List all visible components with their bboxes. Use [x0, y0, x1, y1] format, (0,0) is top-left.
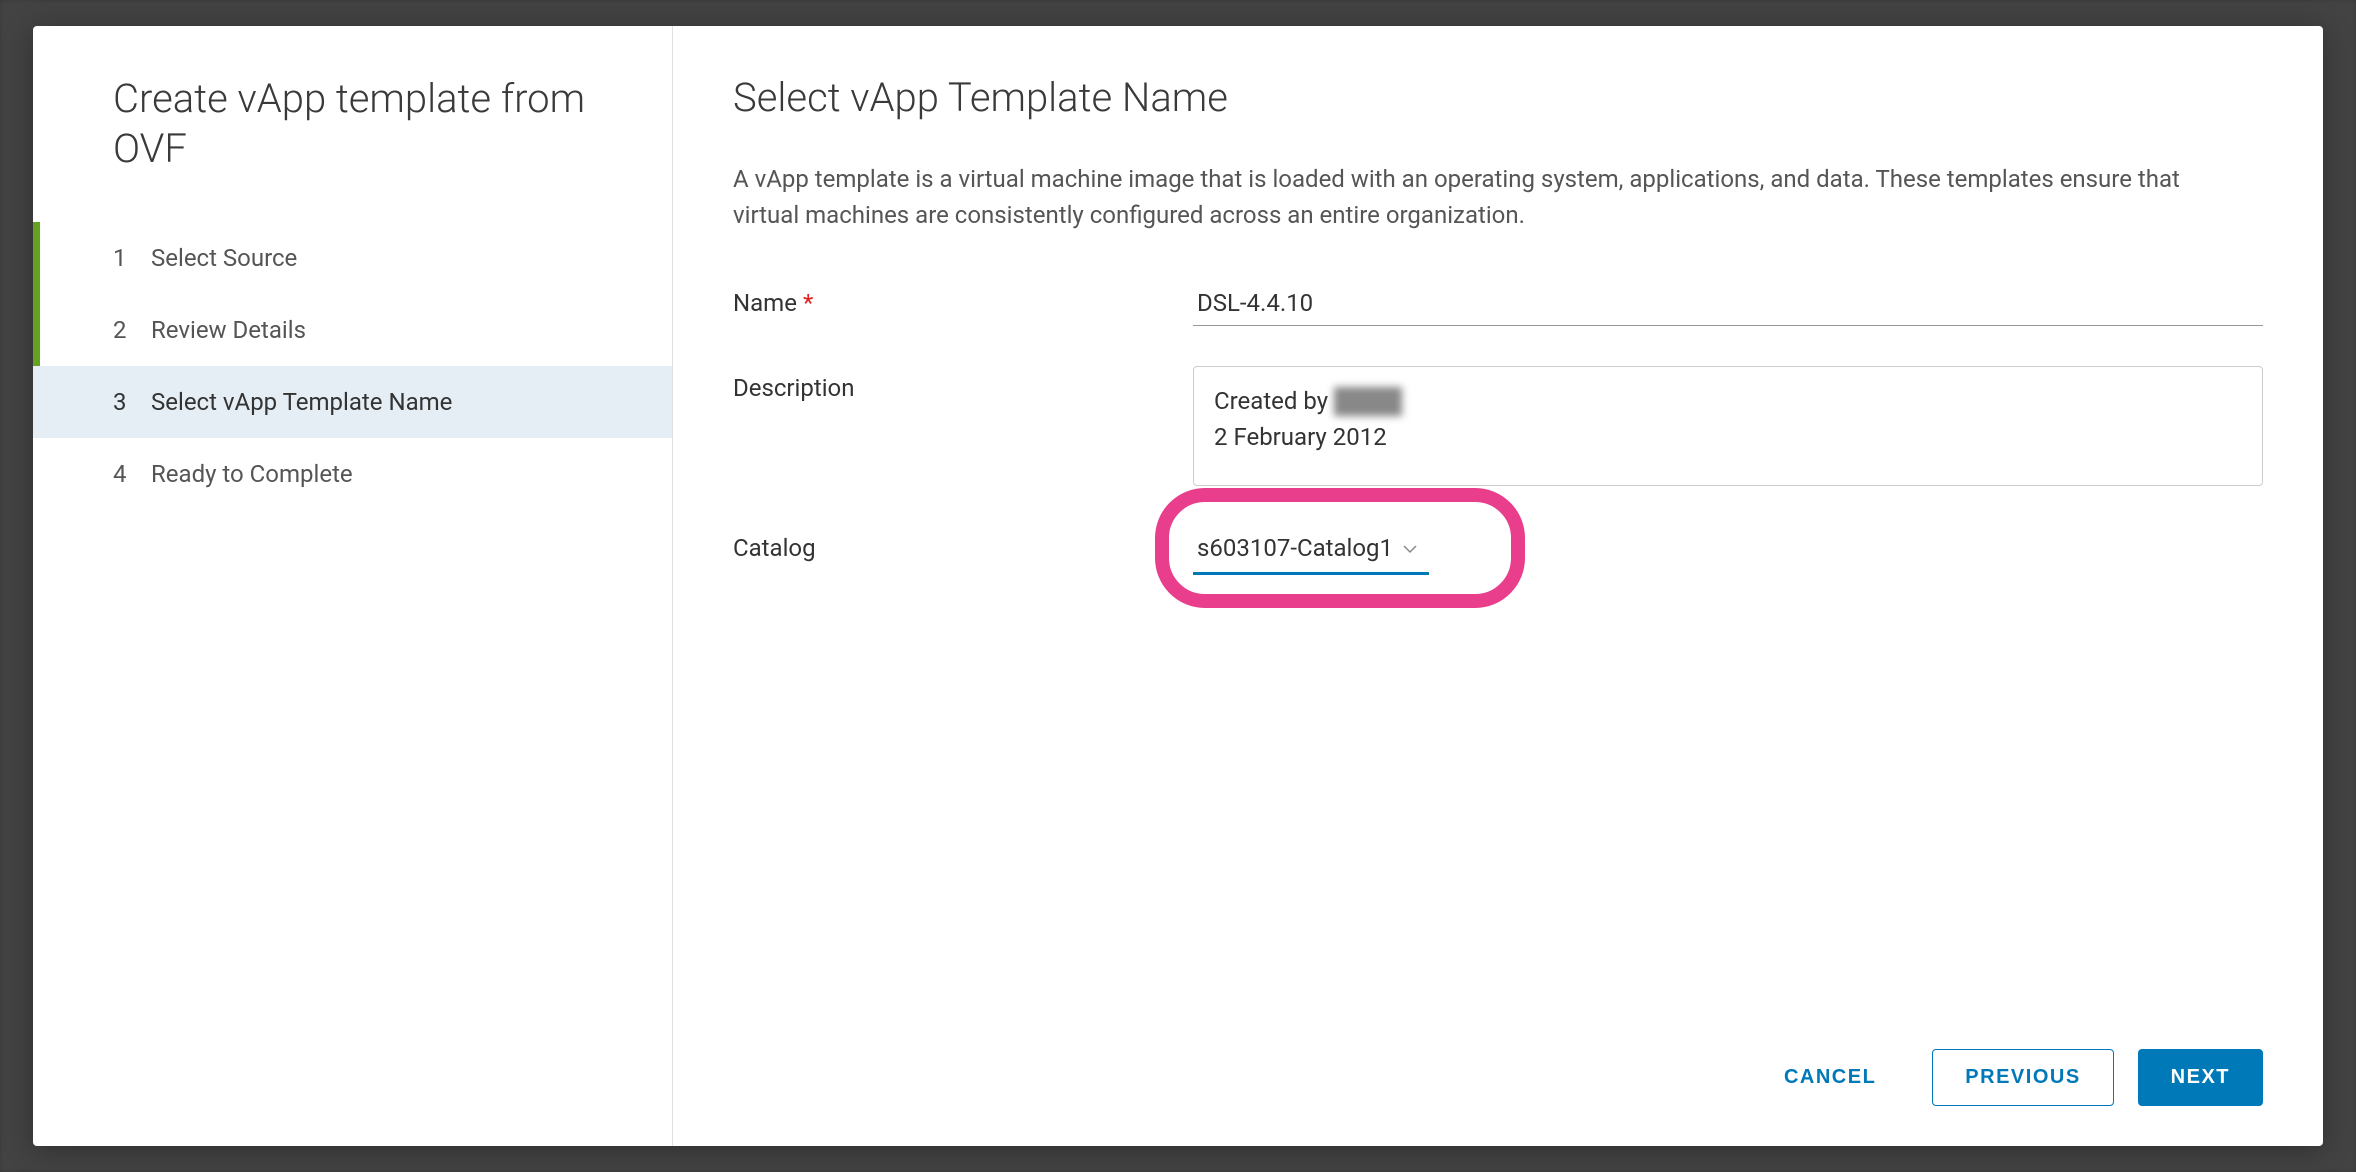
step-number: 2: [113, 316, 133, 344]
wizard-step-review-details[interactable]: 2 Review Details: [33, 294, 672, 366]
step-number: 4: [113, 460, 133, 488]
form-row-description: Description Created by ████ 2 February 2…: [733, 366, 2263, 486]
modal-overlay: Create vApp template from OVF 1 Select S…: [0, 0, 2356, 1172]
wizard-footer: Cancel Previous Next: [733, 1049, 2263, 1106]
description-redacted-name: ████: [1334, 383, 1402, 419]
wizard-title: Create vApp template from OVF: [33, 74, 672, 222]
form-row-name: Name*: [733, 281, 2263, 326]
chevron-down-icon: [1403, 539, 1417, 558]
previous-button[interactable]: Previous: [1932, 1049, 2113, 1106]
wizard-step-select-source[interactable]: 1 Select Source: [33, 222, 672, 294]
catalog-label: Catalog: [733, 526, 1193, 562]
wizard-step-select-template-name[interactable]: 3 Select vApp Template Name: [33, 366, 672, 438]
step-number: 3: [113, 388, 133, 416]
panel-title: Select vApp Template Name: [733, 74, 2263, 121]
description-textarea[interactable]: Created by ████ 2 February 2012: [1193, 366, 2263, 486]
name-input[interactable]: [1193, 281, 2263, 326]
step-label: Review Details: [151, 316, 306, 344]
wizard-modal: Create vApp template from OVF 1 Select S…: [33, 26, 2323, 1146]
step-label: Select vApp Template Name: [151, 388, 452, 416]
step-label: Ready to Complete: [151, 460, 353, 488]
wizard-step-ready-to-complete[interactable]: 4 Ready to Complete: [33, 438, 672, 510]
panel-description: A vApp template is a virtual machine ima…: [733, 161, 2233, 233]
wizard-main-panel: Select vApp Template Name A vApp templat…: [673, 26, 2323, 1146]
next-button[interactable]: Next: [2138, 1049, 2263, 1106]
wizard-step-list: 1 Select Source 2 Review Details 3 Selec…: [33, 222, 672, 510]
wizard-sidebar: Create vApp template from OVF 1 Select S…: [33, 26, 673, 1146]
name-label: Name*: [733, 281, 1193, 317]
catalog-select-wrap: s603107-Catalog1: [1193, 526, 1429, 575]
step-number: 1: [113, 244, 133, 272]
description-line-2: 2 February 2012: [1214, 419, 2242, 455]
required-indicator: *: [803, 289, 813, 317]
catalog-select[interactable]: s603107-Catalog1: [1193, 526, 1429, 575]
description-line-1-prefix: Created by: [1214, 387, 1334, 415]
label-text: Name: [733, 289, 797, 317]
catalog-selected-value: s603107-Catalog1: [1197, 534, 1393, 562]
description-label: Description: [733, 366, 1193, 402]
cancel-button[interactable]: Cancel: [1752, 1050, 1908, 1105]
form-row-catalog: Catalog s603107-Catalog1: [733, 526, 2263, 575]
step-label: Select Source: [151, 244, 297, 272]
